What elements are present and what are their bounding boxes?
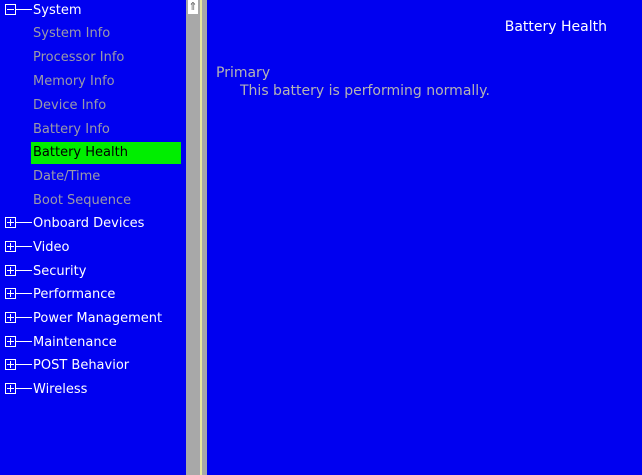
tree-item-battery-health[interactable]: Battery Health bbox=[0, 142, 186, 164]
tree-connector bbox=[16, 388, 32, 389]
tree-group-label: POST Behavior bbox=[33, 358, 130, 373]
detail-pane: Battery Health Primary This battery is p… bbox=[207, 0, 642, 475]
tree-item-boot-sequence[interactable]: Boot Sequence bbox=[0, 190, 186, 212]
tree-item-memory-info[interactable]: Memory Info bbox=[0, 71, 186, 93]
tree-group-label: System bbox=[33, 3, 82, 18]
tree-connector bbox=[16, 293, 32, 294]
section-heading: Primary bbox=[216, 65, 271, 81]
tree-connector bbox=[16, 222, 32, 223]
tree-group-performance[interactable]: Performance bbox=[0, 284, 186, 306]
tree-item-label: Date/Time bbox=[33, 169, 101, 184]
tree-item-system-info[interactable]: System Info bbox=[0, 23, 186, 45]
tree-group-post-behavior[interactable]: POST Behavior bbox=[0, 355, 186, 377]
expand-icon[interactable] bbox=[5, 312, 16, 323]
tree-item-date-time[interactable]: Date/Time bbox=[0, 166, 186, 188]
expand-icon[interactable] bbox=[5, 217, 16, 228]
tree-group-label: Video bbox=[33, 240, 70, 255]
tree-group-video[interactable]: Video bbox=[0, 237, 186, 259]
tree-group-label: Security bbox=[33, 264, 87, 279]
tree-connector bbox=[16, 270, 32, 271]
tree-item-label: Memory Info bbox=[33, 74, 115, 89]
tree-item-label: Battery Health bbox=[31, 142, 181, 164]
tree-group-security[interactable]: Security bbox=[0, 261, 186, 283]
collapse-icon[interactable] bbox=[5, 4, 16, 15]
tree-group-label: Power Management bbox=[33, 311, 163, 326]
tree-item-label: System Info bbox=[33, 26, 111, 41]
battery-status-text: This battery is performing normally. bbox=[240, 83, 490, 99]
nav-scrollbar[interactable]: ⇑ bbox=[186, 0, 200, 475]
tree-item-battery-info[interactable]: Battery Info bbox=[0, 119, 186, 141]
tree-group-label: Performance bbox=[33, 287, 116, 302]
expand-icon[interactable] bbox=[5, 241, 16, 252]
tree-item-label: Processor Info bbox=[33, 50, 125, 65]
tree-group-power-management[interactable]: Power Management bbox=[0, 308, 186, 330]
page-title: Battery Health bbox=[504, 19, 607, 35]
expand-icon[interactable] bbox=[5, 288, 16, 299]
scroll-up-arrow-icon[interactable]: ⇑ bbox=[188, 0, 198, 14]
settings-tree: System System Info Processor Info Memory… bbox=[0, 0, 186, 475]
tree-group-system[interactable]: System bbox=[0, 0, 186, 22]
tree-group-onboard-devices[interactable]: Onboard Devices bbox=[0, 213, 186, 235]
tree-group-label: Wireless bbox=[33, 382, 88, 397]
tree-group-maintenance[interactable]: Maintenance bbox=[0, 332, 186, 354]
tree-item-device-info[interactable]: Device Info bbox=[0, 95, 186, 117]
tree-item-label: Boot Sequence bbox=[33, 193, 132, 208]
tree-item-label: Battery Info bbox=[33, 122, 110, 137]
tree-connector bbox=[16, 9, 32, 10]
tree-group-wireless[interactable]: Wireless bbox=[0, 379, 186, 401]
expand-icon[interactable] bbox=[5, 359, 16, 370]
expand-icon[interactable] bbox=[5, 383, 16, 394]
tree-connector bbox=[16, 246, 32, 247]
tree-item-processor-info[interactable]: Processor Info bbox=[0, 47, 186, 69]
tree-connector bbox=[16, 341, 32, 342]
expand-icon[interactable] bbox=[5, 265, 16, 276]
tree-connector bbox=[16, 317, 32, 318]
tree-group-label: Maintenance bbox=[33, 335, 117, 350]
tree-connector bbox=[16, 364, 32, 365]
tree-group-label: Onboard Devices bbox=[33, 216, 145, 231]
tree-item-label: Device Info bbox=[33, 98, 107, 113]
expand-icon[interactable] bbox=[5, 336, 16, 347]
